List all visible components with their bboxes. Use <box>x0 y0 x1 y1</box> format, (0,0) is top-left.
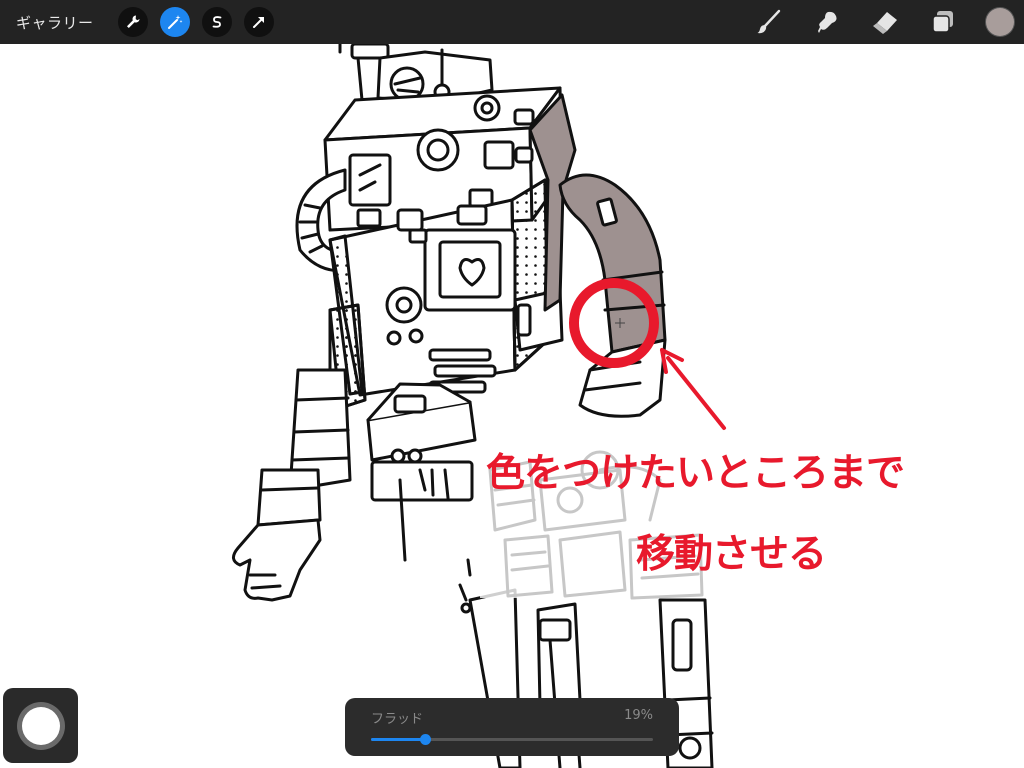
eraser-icon[interactable] <box>870 7 900 37</box>
brush-icon[interactable] <box>754 7 784 37</box>
flood-value: 19% <box>624 708 653 723</box>
flood-slider-panel: フラッド 19% <box>345 698 679 756</box>
flood-slider-track[interactable] <box>371 734 653 745</box>
smudge-icon[interactable] <box>812 7 842 37</box>
top-toolbar: ギャラリー <box>0 0 1024 44</box>
gallery-button[interactable]: ギャラリー <box>16 12 94 33</box>
right-tools <box>726 0 1024 44</box>
flood-label: フラッド <box>371 712 424 727</box>
selection-s-icon[interactable] <box>201 7 232 37</box>
flood-slider-fill <box>371 738 425 741</box>
wrench-icon[interactable] <box>117 7 148 37</box>
magic-wand-icon[interactable] <box>159 7 190 37</box>
color-swatch[interactable] <box>986 8 1014 36</box>
drawing-canvas[interactable]: 色をつけたいところまで 移動させる <box>0 44 1024 768</box>
layers-icon[interactable] <box>928 7 958 37</box>
robot-artwork <box>232 44 726 768</box>
transform-arrow-icon[interactable] <box>243 7 274 37</box>
annotation-line-2: 移動させる <box>636 532 827 577</box>
flood-slider-thumb[interactable] <box>419 734 431 745</box>
modify-button-icon <box>21 706 60 745</box>
annotation-line-1: 色をつけたいところまで <box>486 451 905 496</box>
modify-button[interactable] <box>3 688 78 763</box>
